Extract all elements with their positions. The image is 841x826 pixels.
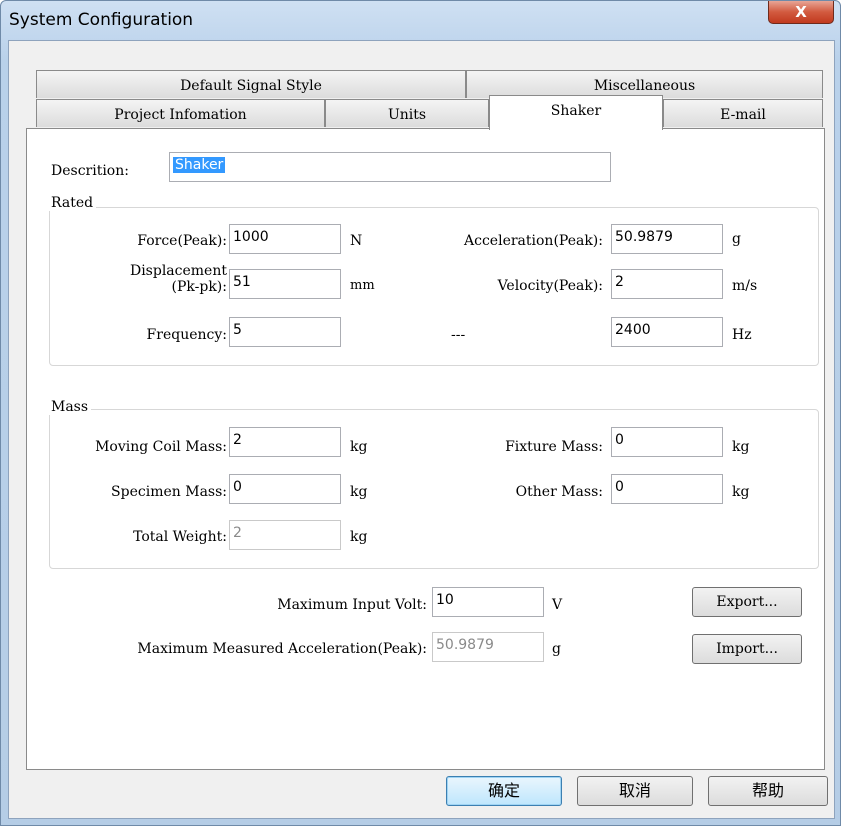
total-weight-input: 2 <box>229 520 341 550</box>
window-title: System Configuration <box>9 10 194 30</box>
import-button[interactable]: Import... <box>692 634 802 664</box>
dash-input[interactable]: 2400 <box>611 317 723 347</box>
frequency-input[interactable]: 5 <box>229 317 341 347</box>
tab-project-information[interactable]: Project Infomation <box>36 99 325 127</box>
moving-coil-mass-unit: kg <box>350 439 368 455</box>
max-measured-accel-label: Maximum Measured Acceleration(Peak): <box>137 641 427 657</box>
velocity-label: Velocity(Peak): <box>497 278 603 294</box>
max-measured-accel-input: 50.9879 <box>432 632 544 662</box>
displacement-input[interactable]: 51 <box>229 269 341 299</box>
tab-miscellaneous[interactable]: Miscellaneous <box>466 70 823 98</box>
max-measured-accel-unit: g <box>552 641 561 657</box>
displacement-label: Displacement (Pk-pk): <box>47 263 227 295</box>
other-mass-unit: kg <box>732 484 750 500</box>
acceleration-label-clip: Acceleration(Peak): <box>422 227 603 251</box>
max-input-volt-label: Maximum Input Volt: <box>277 597 427 613</box>
acceleration-unit: g <box>732 231 741 247</box>
dash-label: --- <box>451 327 466 343</box>
export-button[interactable]: Export... <box>692 587 802 617</box>
cancel-button[interactable]: 取消 <box>577 776 693 806</box>
total-weight-unit: kg <box>350 529 368 545</box>
close-button[interactable]: X <box>768 1 834 24</box>
other-mass-input[interactable]: 0 <box>611 474 723 504</box>
fixture-mass-input[interactable]: 0 <box>611 427 723 457</box>
description-label: Descrition: <box>51 163 129 179</box>
moving-coil-mass-label: Moving Coil Mass: <box>95 439 227 455</box>
dash-unit: Hz <box>732 327 752 343</box>
max-input-volt-input[interactable]: 10 <box>432 587 544 617</box>
tab-units[interactable]: Units <box>325 99 489 127</box>
fixture-mass-unit: kg <box>732 439 750 455</box>
acceleration-input[interactable]: 50.9879 <box>611 224 723 254</box>
velocity-unit: m/s <box>732 278 758 294</box>
description-input[interactable]: Shaker <box>169 152 611 182</box>
tab-default-signal-style[interactable]: Default Signal Style <box>36 70 466 98</box>
displacement-label-line1: Displacement <box>129 263 227 279</box>
max-input-volt-unit: V <box>552 597 563 613</box>
ok-button[interactable]: 确定 <box>446 776 562 806</box>
moving-coil-mass-input[interactable]: 2 <box>229 427 341 457</box>
shaker-tab-page: Descrition: Shaker Rated Force(Peak): 10… <box>26 128 825 770</box>
force-unit: N <box>350 233 363 249</box>
help-button[interactable]: 帮助 <box>708 776 828 806</box>
other-mass-label: Other Mass: <box>515 484 603 500</box>
tab-shaker[interactable]: Shaker <box>489 95 663 130</box>
velocity-input[interactable]: 2 <box>611 269 723 299</box>
specimen-mass-label: Specimen Mass: <box>111 484 227 500</box>
specimen-mass-input[interactable]: 0 <box>229 474 341 504</box>
acceleration-label: Acceleration(Peak): <box>464 233 603 249</box>
mass-group-title: Mass <box>48 399 92 415</box>
force-input[interactable]: 1000 <box>229 224 341 254</box>
total-weight-label: Total Weight: <box>133 529 227 545</box>
tab-email[interactable]: E-mail <box>663 99 823 127</box>
specimen-mass-unit: kg <box>350 484 368 500</box>
fixture-mass-label: Fixture Mass: <box>505 439 603 455</box>
displacement-unit: mm <box>350 278 375 293</box>
rated-group-title: Rated <box>48 195 97 211</box>
force-label: Force(Peak): <box>137 233 227 249</box>
frequency-label: Frequency: <box>146 327 227 343</box>
displacement-label-line2: (Pk-pk): <box>171 279 227 295</box>
